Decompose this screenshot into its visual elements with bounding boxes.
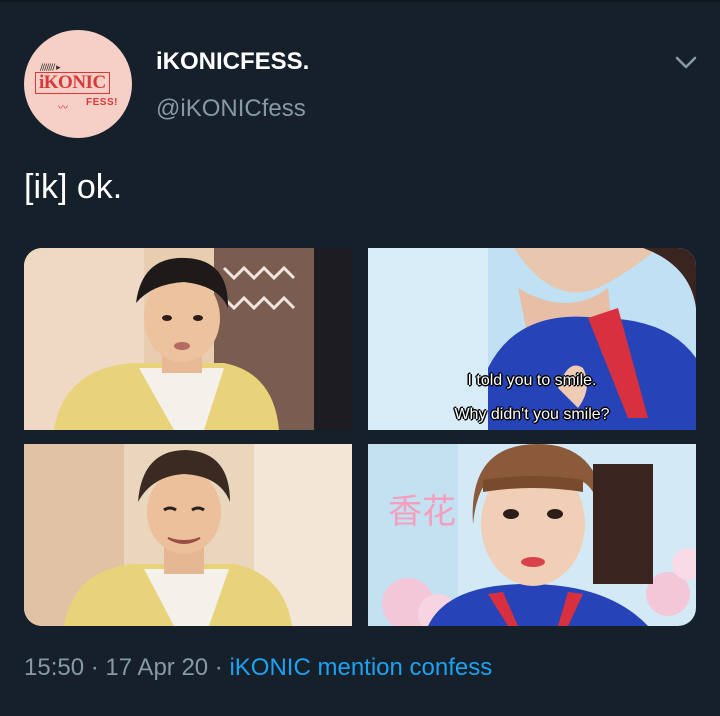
chevron-down-icon [675, 56, 697, 69]
avatar[interactable]: /////// ▸ iKONIC 〰 FESS! [24, 30, 132, 138]
caption-line-2: Why didn't you smile? [454, 406, 610, 423]
photo-man-neutral [24, 248, 352, 430]
media-image-3[interactable] [24, 444, 352, 626]
top-divider [0, 0, 720, 2]
media-image-2[interactable]: I told you to smile. Why didn't you smil… [368, 248, 696, 430]
media-image-4[interactable]: 香花 [368, 444, 696, 626]
meta-separator-2: · [208, 654, 230, 681]
meta-separator: · [84, 654, 106, 681]
caption-line-1: I told you to smile. [467, 372, 597, 389]
photo-woman-side [368, 248, 696, 430]
display-name[interactable]: iKONICFESS. [156, 48, 309, 76]
tweet-metadata: 15:50 · 17 Apr 20 · iKONIC mention confe… [24, 654, 492, 682]
photo-man-smile [24, 444, 352, 626]
tweet-date[interactable]: 17 Apr 20 [105, 654, 208, 681]
photo-woman-closeup [368, 444, 696, 626]
tweet-time: 15:50 [24, 654, 85, 681]
avatar-wave: 〰 [58, 103, 68, 114]
avatar-brand-text: iKONIC [35, 72, 110, 94]
user-handle[interactable]: @iKONICfess [156, 95, 306, 123]
more-options-button[interactable] [672, 48, 700, 76]
sign-text: 香花 [388, 492, 456, 532]
tweet-source-link[interactable]: iKONIC mention confess [229, 654, 492, 681]
media-image-1[interactable] [24, 248, 352, 430]
tweet-text: [ik] ok. [24, 168, 123, 206]
avatar-sub-text: FESS! [86, 97, 118, 108]
media-grid[interactable]: I told you to smile. Why didn't you smil… [24, 248, 696, 626]
